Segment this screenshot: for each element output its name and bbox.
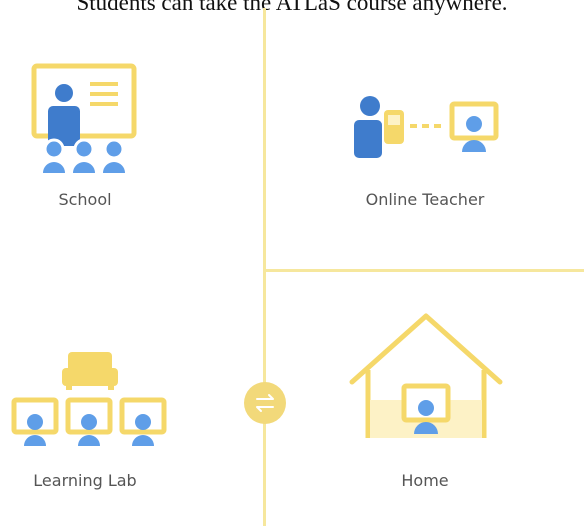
school-label: School — [58, 190, 112, 209]
online-teacher-icon — [354, 96, 499, 158]
online-teacher-label: Online Teacher — [365, 190, 485, 209]
learning-lab-label: Learning Lab — [33, 471, 137, 490]
school-icon — [31, 63, 137, 173]
vertical-divider — [263, 8, 266, 526]
home-icon — [349, 313, 503, 438]
horizontal-divider — [265, 269, 584, 272]
learning-lab-icon — [11, 352, 167, 446]
home-label: Home — [401, 471, 449, 490]
swap-button[interactable] — [244, 382, 286, 424]
intro-text: Students can take the ATLaS course anywh… — [76, 0, 508, 15]
swap-arrows-icon — [256, 394, 274, 412]
